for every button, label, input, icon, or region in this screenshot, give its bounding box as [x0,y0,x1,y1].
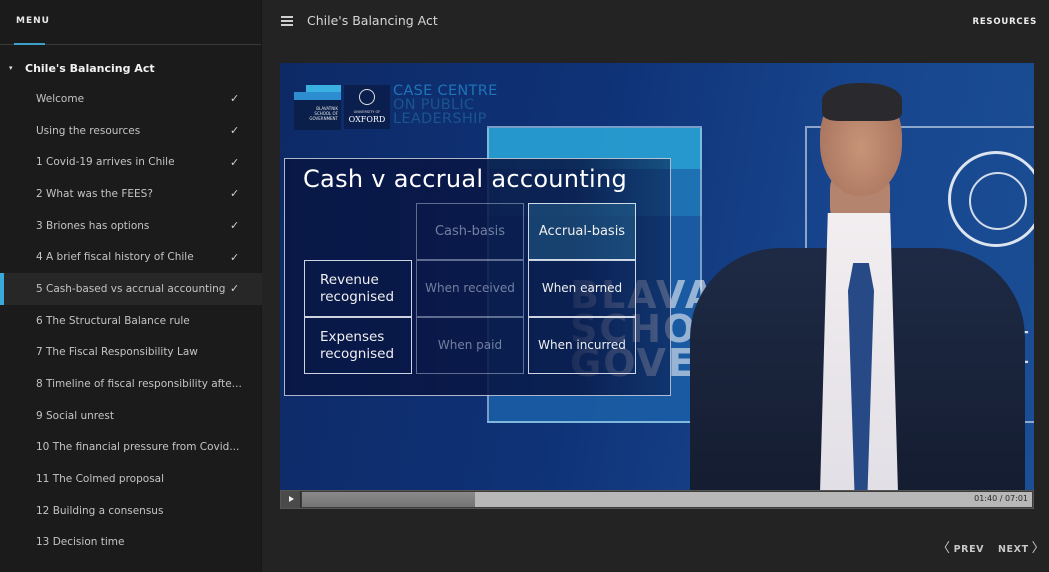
cell-expenses-accrual: When incurred [528,317,636,374]
play-icon[interactable] [281,491,301,508]
lesson-item-label: 1 Covid-19 arrives in Chile [36,156,175,169]
checkmark-icon: ✓ [230,219,240,233]
blavatnik-logo: BLAVATNIK SCHOOL OF GOVERNMENT [294,85,341,130]
cell-expenses-cash: When paid [416,317,524,374]
lesson-item-label: 11 The Colmed proposal [36,473,165,486]
oxford-crest-icon [359,89,375,105]
resources-link[interactable]: RESOURCES [972,17,1037,27]
lesson-item[interactable]: Welcome ✓ [0,83,262,115]
oxford-logo: UNIVERSITY OF OXFORD [344,85,390,129]
next-button[interactable]: NEXT 〉 [998,541,1048,556]
lesson-item-label: Using the resources [36,124,141,137]
lesson-item[interactable]: 12 Building a consensus [0,495,262,527]
column-header-accrual: Accrual-basis [528,203,636,260]
row-label-revenue: Revenue recognised [304,260,412,317]
lesson-item-label: 2 What was the FEES? [36,187,153,200]
lesson-item-label: Welcome [36,92,85,105]
lesson-item-label: 3 Briones has options [36,219,150,232]
lesson-list: Welcome ✓ Using the resources ✓ 1 Covid-19 a… [0,83,262,558]
slide-overlay: Cash v accrual accounting Cash-basis Acc… [284,158,671,396]
seek-bar[interactable]: 01:40 / 07:01 [302,492,1032,507]
cell-revenue-accrual: When earned [528,260,636,317]
lesson-item-label: 9 Social unrest [36,409,114,422]
lesson-item-label: 8 Timeline of fiscal responsibility afte… [36,378,242,391]
lesson-item[interactable]: 13 Decision time [0,527,262,559]
row-label-expenses: Expenses recognised [304,317,412,374]
lesson-item-label: 5 Cash-based vs accrual accounting [36,282,226,295]
video-player[interactable]: BLAVATN SCHOOL GOVERNM RI BLAVATNIK SCHO… [280,63,1034,490]
lesson-item[interactable]: 8 Timeline of fiscal responsibility afte… [0,368,262,400]
lesson-item[interactable]: 10 The financial pressure from Covid... [0,432,262,464]
menu-tab-indicator [14,43,45,45]
lesson-item[interactable]: 3 Briones has options ✓ [0,210,262,242]
checkmark-icon: ✓ [230,282,240,296]
checkmark-icon: ✓ [230,187,240,201]
slide-title: Cash v accrual accounting [303,165,628,193]
lesson-item[interactable]: 11 The Colmed proposal [0,463,262,495]
lesson-item[interactable]: 9 Social unrest [0,400,262,432]
section-toggle[interactable]: ▾ Chile's Balancing Act [0,58,262,78]
lesson-item-label: 4 A brief fiscal history of Chile [36,251,194,264]
case-centre-logo-text: CASE CENTRE ON PUBLIC LEADERSHIP [393,83,498,127]
cell-revenue-cash: When received [416,260,524,317]
lesson-item-label: 13 Decision time [36,536,125,549]
lesson-item[interactable]: 5 Cash-based vs accrual accounting ✓ [0,273,262,305]
lesson-item[interactable]: 6 The Structural Balance rule [0,305,262,337]
lesson-item[interactable]: 2 What was the FEES? ✓ [0,178,262,210]
lesson-item-label: 10 The financial pressure from Covid... [36,441,240,454]
time-display: 01:40 / 07:01 [974,494,1028,503]
course-player: MENU ▾ Chile's Balancing Act Welcome ✓ Usi… [0,0,1049,572]
lesson-item-label: 7 The Fiscal Responsibility Law [36,346,198,359]
checkmark-icon: ✓ [230,250,240,264]
section-title: Chile's Balancing Act [25,61,155,75]
next-label: NEXT [998,543,1029,555]
video-controls: 01:40 / 07:01 [280,490,1034,509]
lesson-item[interactable]: 7 The Fiscal Responsibility Law [0,337,262,369]
prev-label: PREV [953,543,985,555]
top-bar: Chile's Balancing Act RESOURCES [263,0,1049,45]
presenter [680,83,1034,490]
chevron-right-icon: 〉 [1031,541,1046,556]
course-title: Chile's Balancing Act [307,13,438,28]
hamburger-menu-icon[interactable] [281,16,293,26]
lesson-item-label: 12 Building a consensus [36,504,164,517]
lesson-item-label: 6 The Structural Balance rule [36,314,190,327]
menu-tab[interactable]: MENU [16,16,50,26]
sidebar-header: MENU [0,0,261,45]
chevron-left-icon: 〈 [937,541,951,556]
lesson-item[interactable]: Using the resources ✓ [0,115,262,147]
lesson-item[interactable]: 1 Covid-19 arrives in Chile ✓ [0,146,262,178]
column-header-cash: Cash-basis [416,203,524,260]
checkmark-icon: ✓ [230,155,240,169]
checkmark-icon: ✓ [230,124,240,138]
caret-down-icon: ▾ [9,64,13,72]
lesson-item[interactable]: 4 A brief fiscal history of Chile ✓ [0,241,262,273]
checkmark-icon: ✓ [230,92,240,106]
sidebar-menu: MENU ▾ Chile's Balancing Act Welcome ✓ Usi… [0,0,262,572]
seek-bar-progress [302,492,476,507]
prev-button[interactable]: 〈 PREV [934,541,985,556]
